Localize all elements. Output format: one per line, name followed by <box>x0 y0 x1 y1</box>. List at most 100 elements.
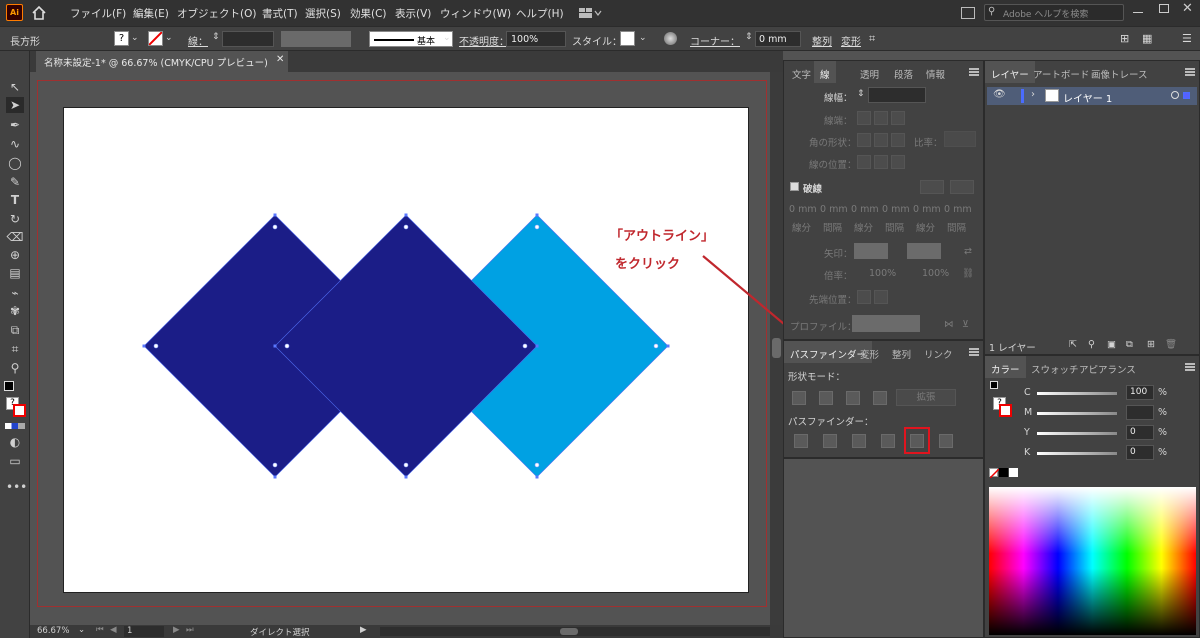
dash-value-input[interactable]: 0 mm <box>851 204 879 215</box>
dash-value-input[interactable]: 0 mm <box>882 204 910 215</box>
panel-tab[interactable]: 情報 <box>920 61 951 83</box>
rotate-tool-icon[interactable]: ↻ <box>6 211 24 227</box>
align-outside-button[interactable] <box>891 155 905 169</box>
prev-artboard-icon[interactable]: ◀ <box>110 625 117 635</box>
anchor-point[interactable] <box>404 213 408 217</box>
menu-item[interactable]: ファイル(F) <box>70 6 126 21</box>
maximize-button[interactable] <box>1159 4 1169 13</box>
anchor-point[interactable] <box>666 344 670 348</box>
panel-tab[interactable]: 線 <box>814 61 836 83</box>
anchor-point[interactable] <box>535 344 539 348</box>
channel-slider[interactable] <box>1037 392 1117 395</box>
expand-button[interactable]: 拡張 <box>896 389 956 406</box>
chevron-down-icon[interactable]: ⌄ <box>443 33 451 43</box>
canvas[interactable]: 「アウトライン」 をクリック <box>30 72 770 625</box>
panel-tab[interactable]: アピアランス <box>1073 356 1142 378</box>
anchor-point[interactable] <box>273 344 277 348</box>
channel-slider[interactable] <box>1037 432 1117 435</box>
bevel-join-button[interactable] <box>891 133 905 147</box>
target-circle-icon[interactable] <box>1171 91 1179 99</box>
color-mode-icons[interactable] <box>5 423 25 429</box>
zoom-tool-icon[interactable]: ⚲ <box>6 360 24 376</box>
menu-item[interactable]: ウィンドウ(W) <box>440 6 511 21</box>
panel-menu-icon[interactable] <box>1185 68 1195 76</box>
flip-profile-icon[interactable]: ⋈ <box>944 319 954 330</box>
anchor-point[interactable] <box>142 344 146 348</box>
corner-widget[interactable] <box>403 224 409 230</box>
layer-name[interactable]: レイヤー 1 <box>1063 90 1112 105</box>
round-cap-button[interactable] <box>874 111 888 125</box>
home-icon[interactable] <box>31 5 47 21</box>
horizontal-scrollbar[interactable] <box>380 627 770 636</box>
anchor-point[interactable] <box>535 213 539 217</box>
panel-tab[interactable]: 変形 <box>854 341 885 363</box>
minus-front-button[interactable] <box>819 391 833 405</box>
channel-slider[interactable] <box>1037 412 1117 415</box>
anchor-point[interactable] <box>273 213 277 217</box>
stroke-swatch[interactable] <box>148 31 163 46</box>
color-spectrum[interactable] <box>989 487 1196 635</box>
gradient-tool-icon[interactable]: ▤ <box>6 265 24 281</box>
align-center-button[interactable] <box>857 155 871 169</box>
corner-label[interactable]: コーナー： <box>690 33 740 48</box>
opacity-label[interactable]: 不透明度： <box>459 33 509 48</box>
chevron-down-icon[interactable]: ⌄ <box>639 33 647 43</box>
expand-chevron-icon[interactable]: › <box>1031 89 1035 100</box>
isolate-icon[interactable]: ⌗ <box>869 32 875 46</box>
corner-widget[interactable] <box>403 462 409 468</box>
stroke-weight-stepper[interactable]: ⇕ <box>212 32 220 42</box>
scroll-thumb[interactable] <box>772 338 781 358</box>
menu-item[interactable]: オブジェクト(O) <box>177 6 256 21</box>
corner-widget[interactable] <box>284 343 290 349</box>
dash-value-input[interactable]: 0 mm <box>913 204 941 215</box>
round-join-button[interactable] <box>874 133 888 147</box>
vertical-scrollbar[interactable] <box>770 72 783 625</box>
eyedropper-tool-icon[interactable]: ⌁ <box>6 285 24 301</box>
eraser-tool-icon[interactable]: ⌫ <box>6 229 24 245</box>
panel-menu-icon[interactable]: ☰ <box>1182 32 1192 45</box>
dash-value-input[interactable]: 0 mm <box>820 204 848 215</box>
blend-tool-icon[interactable]: ⧉ <box>6 322 24 338</box>
exclude-button[interactable] <box>873 391 887 405</box>
status-menu-icon[interactable]: ▶ <box>360 625 367 635</box>
opacity-input[interactable]: 100% <box>506 31 566 47</box>
corner-input[interactable]: 0 mm <box>755 31 801 47</box>
corner-widget[interactable] <box>534 224 540 230</box>
divide-button[interactable] <box>794 434 808 448</box>
draw-mode-icon[interactable]: ◐ <box>6 434 24 450</box>
last-artboard-icon[interactable]: ⏭ <box>186 625 194 635</box>
locate-object-icon[interactable]: ⚲ <box>1088 339 1095 350</box>
shape-builder-tool-icon[interactable]: ⊕ <box>6 247 24 263</box>
link-scale-icon[interactable]: ⛓ <box>962 268 974 279</box>
channel-slider[interactable] <box>1037 452 1117 455</box>
symbol-sprayer-tool-icon[interactable]: ✾ <box>6 303 24 319</box>
scroll-thumb[interactable] <box>560 628 578 635</box>
menu-item[interactable]: 表示(V) <box>395 6 431 21</box>
fill-swatch[interactable]: ? <box>114 31 129 46</box>
minus-back-button[interactable] <box>939 434 953 448</box>
more-tools-icon[interactable]: ••• <box>6 479 27 495</box>
recolor-icon[interactable] <box>664 32 677 45</box>
selection-square-icon[interactable] <box>1183 92 1190 99</box>
arrow-start-select[interactable] <box>854 243 888 259</box>
dash-align-button[interactable] <box>950 180 974 194</box>
swap-icon[interactable] <box>990 381 998 389</box>
panel-menu-icon[interactable] <box>969 348 979 356</box>
new-sublayer-icon[interactable]: ⧉ <box>1126 339 1133 350</box>
anchor-point[interactable] <box>273 475 277 479</box>
align-inside-button[interactable] <box>874 155 888 169</box>
channel-value-input[interactable]: 0 <box>1126 425 1154 440</box>
anchor-point[interactable] <box>404 475 408 479</box>
menu-item[interactable]: ヘルプ(H) <box>516 6 564 21</box>
corner-stepper[interactable]: ⇕ <box>745 32 753 42</box>
white-swatch[interactable] <box>1009 468 1018 477</box>
corner-widget[interactable] <box>653 343 659 349</box>
menu-item[interactable]: 効果(C) <box>350 6 387 21</box>
transform-link[interactable]: 変形 <box>841 33 861 48</box>
brush-tool-icon[interactable]: ✎ <box>6 174 24 190</box>
menu-item[interactable]: 編集(E) <box>133 6 169 21</box>
none-swatch[interactable] <box>989 468 1000 479</box>
panel-menu-icon[interactable] <box>969 68 979 76</box>
panel-toggle-icon[interactable] <box>961 7 975 19</box>
profile-select[interactable] <box>852 315 920 332</box>
